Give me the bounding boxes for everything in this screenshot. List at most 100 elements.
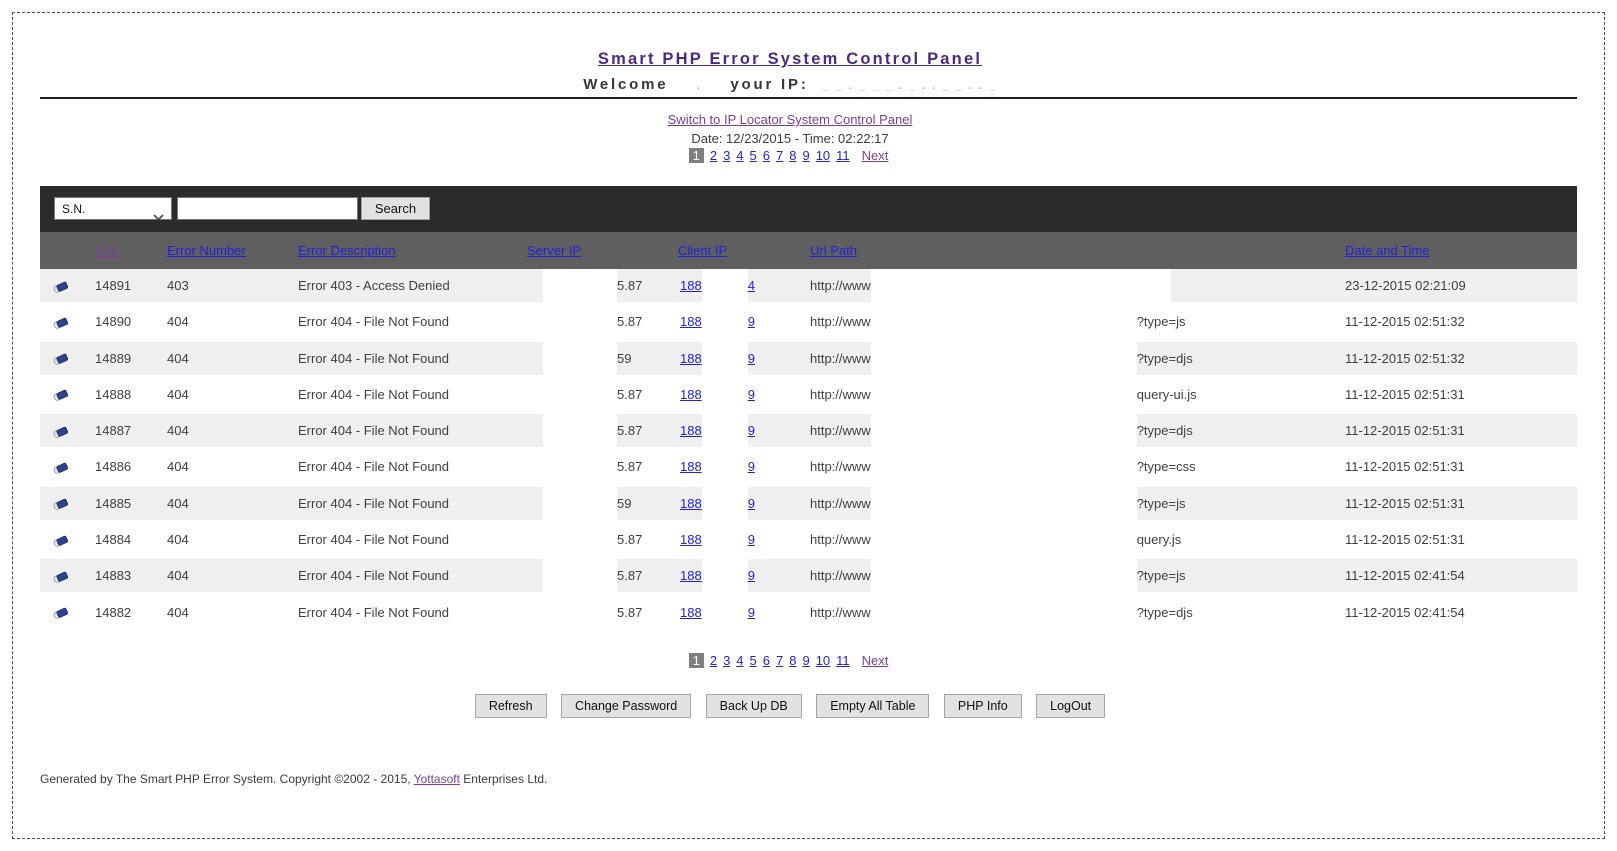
pagination-next-link[interactable]: Next [862,148,889,163]
column-header-error-description[interactable]: Error Description [298,232,396,269]
cell-url-path: http://www ?type=djs [810,341,1193,375]
eraser-icon [53,535,68,547]
cell-client-ip: 188 9 [680,486,755,520]
delete-record-button[interactable] [48,450,72,483]
pagination-page-link[interactable]: 9 [802,148,809,163]
client-ip-link[interactable]: 188 [680,314,702,329]
table-row: 14885 404 Error 404 - File Not Found 59 188 9… [40,486,1577,520]
page-title[interactable]: Smart PHP Error System Control Panel [40,50,1540,69]
pagination-page-link[interactable]: 11 [836,653,850,668]
pagination-page-link[interactable]: 5 [750,148,757,163]
client-ip-link[interactable]: 188 [680,278,702,293]
cell-sn: 14891 [95,278,132,293]
pagination-page-link[interactable]: 7 [776,653,783,668]
yottasoft-link[interactable]: Yottasoft [414,772,460,786]
redaction-box [701,377,748,411]
column-header-date-and-time[interactable]: Date and Time [1345,232,1430,269]
client-ip-link[interactable]: 188 [680,423,702,438]
column-header-client-ip[interactable]: Client IP [678,232,727,269]
client-ip-link-suffix[interactable]: 9 [748,532,755,547]
cell-error-number: 404 [167,495,189,511]
pagination-page-link[interactable]: 4 [736,653,743,668]
search-input[interactable] [177,197,358,220]
redaction-box [870,523,1137,557]
empty-all-table-button[interactable]: Empty All Table [816,694,930,718]
pagination-page-link[interactable]: 10 [816,148,830,163]
client-ip-link-suffix[interactable]: 9 [748,351,755,366]
column-header-url-path[interactable]: Url Path [810,232,857,269]
pagination-next-link[interactable]: Next [862,653,889,668]
client-ip-link-suffix[interactable]: 9 [748,387,755,402]
client-ip-link-suffix[interactable]: 9 [748,314,755,329]
cell-client-ip: 188 9 [680,377,755,411]
pagination-page-link[interactable]: 4 [736,148,743,163]
client-ip-link-suffix[interactable]: 9 [748,605,755,620]
pagination-page-link[interactable]: 8 [789,653,796,668]
pagination-page-link[interactable]: 9 [802,653,809,668]
table-row: 14891 403 Error 403 - Access Denied 5.87 188… [40,269,1577,302]
client-ip-link-suffix[interactable]: 9 [748,496,755,511]
pagination-page-link[interactable]: 8 [789,148,796,163]
client-ip-link[interactable]: 188 [680,387,702,402]
client-ip-link-suffix[interactable]: 4 [748,278,755,293]
delete-record-button[interactable] [48,559,72,592]
cell-client-ip: 188 9 [680,414,755,448]
pagination-page-link[interactable]: 3 [723,148,730,163]
redaction-box [701,305,748,339]
footer-suffix: Enterprises Ltd. [459,772,548,786]
delete-record-button[interactable] [48,414,72,447]
delete-record-button[interactable] [48,342,72,375]
client-ip-link[interactable]: 188 [680,459,702,474]
backup-db-button[interactable]: Back Up DB [705,694,802,718]
cell-error-number: 404 [167,314,189,330]
pagination-page-link[interactable]: 2 [710,653,717,668]
pagination-page-link[interactable]: 11 [836,148,850,163]
column-header-server-ip[interactable]: Server IP [527,232,581,269]
client-ip-link[interactable]: 188 [680,532,702,547]
pagination-page-link[interactable]: 10 [816,653,830,668]
cell-sn: 14886 [95,459,132,475]
pagination-page-link[interactable]: 6 [763,653,770,668]
cell-sn: 14889 [95,350,132,366]
cell-error-description: Error 404 - File Not Found [298,604,450,620]
delete-record-button[interactable] [48,487,72,520]
pagination-page-link[interactable]: 5 [750,653,757,668]
eraser-icon [53,499,68,510]
column-header-sn[interactable]: S.N. [95,232,120,269]
redaction-box [543,486,617,520]
client-ip-link-suffix[interactable]: 9 [748,423,755,438]
action-buttons-bar: Refresh Change Password Back Up DB Empty… [40,694,1540,718]
cell-error-description: Error 403 - Access Denied [298,278,450,293]
cell-error-description: Error 404 - File Not Found [298,459,450,475]
delete-record-button[interactable] [48,378,72,411]
switch-ip-locator-link[interactable]: Switch to IP Locator System Control Pane… [668,112,913,127]
column-header-error-number[interactable]: Error Number [167,232,246,269]
url-prefix: http://www [810,423,871,439]
search-field-select[interactable]: S.N. [54,197,172,221]
search-button[interactable]: Search [361,197,430,220]
cell-datetime: 11-12-2015 02:51:32 [1345,350,1465,366]
refresh-button[interactable]: Refresh [474,694,547,718]
client-ip-link[interactable]: 188 [680,605,702,620]
client-ip-link-suffix[interactable]: 9 [748,459,755,474]
logout-button[interactable]: LogOut [1036,694,1106,718]
client-ip-link-suffix[interactable]: 9 [748,568,755,583]
delete-record-button[interactable] [48,523,72,556]
client-ip-link[interactable]: 188 [680,351,702,366]
delete-record-button[interactable] [48,596,72,629]
pagination-page-link[interactable]: 6 [763,148,770,163]
delete-record-button[interactable] [48,305,72,338]
delete-record-button[interactable] [48,269,72,302]
php-info-button[interactable]: PHP Info [943,694,1022,718]
cell-error-number: 404 [167,532,189,548]
eraser-icon [53,462,68,474]
change-password-button[interactable]: Change Password [561,694,692,718]
client-ip-link[interactable]: 188 [680,496,702,511]
cell-url-path: http://www ?type=djs [810,595,1193,629]
pagination-page-link[interactable]: 7 [776,148,783,163]
cell-server-ip: 5.87 [543,595,642,629]
cell-server-ip: 5.87 [543,523,642,557]
pagination-page-link[interactable]: 2 [710,148,717,163]
pagination-page-link[interactable]: 3 [723,653,730,668]
client-ip-link[interactable]: 188 [680,568,702,583]
